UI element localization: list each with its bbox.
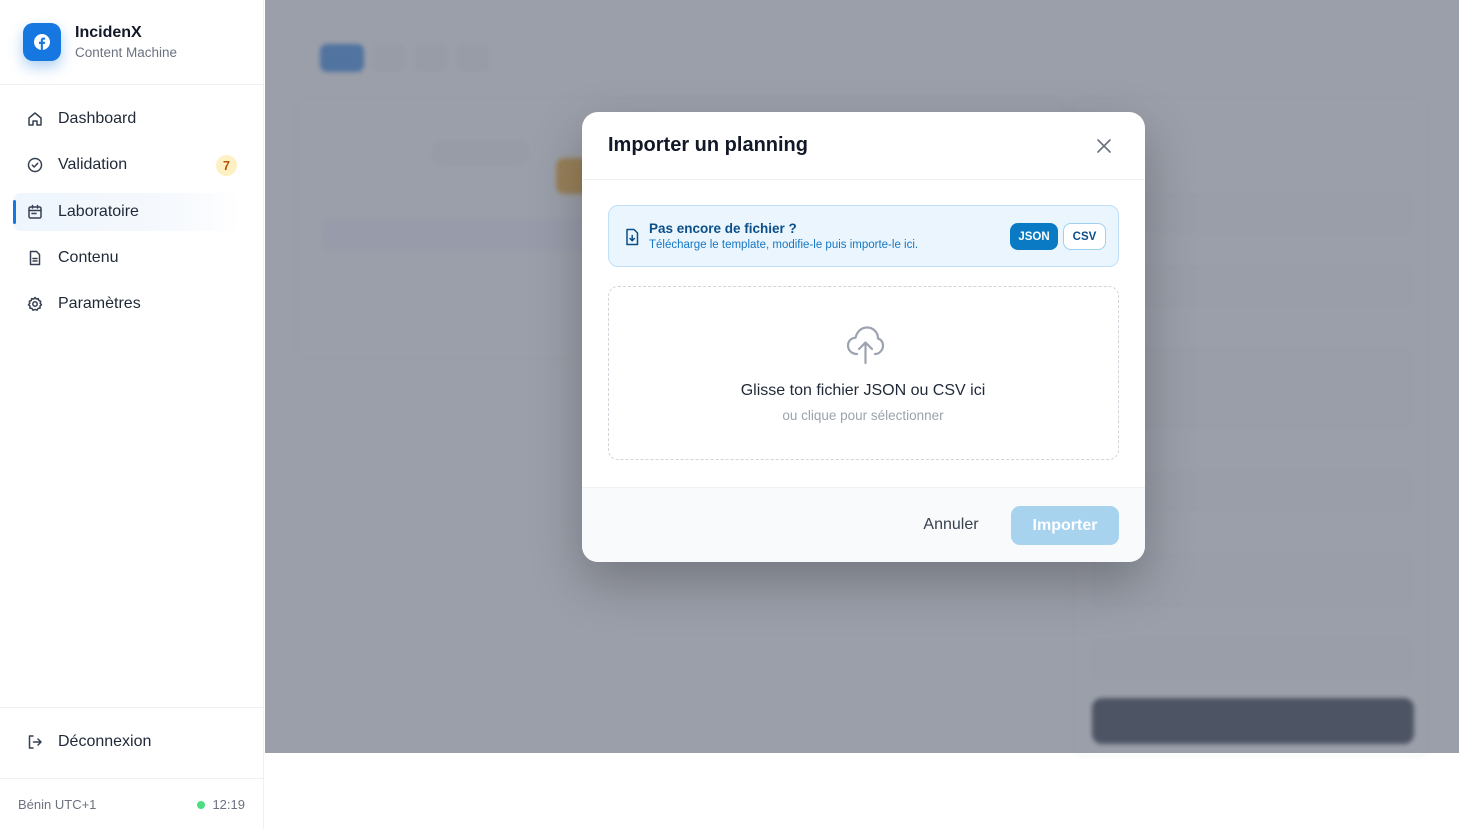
sidebar-item-label: Paramètres — [58, 295, 141, 312]
dialog-title: Importer un planning — [608, 134, 808, 156]
home-icon — [27, 111, 43, 127]
brand-subtitle: Content Machine — [75, 45, 178, 60]
brand-name: IncidenX — [75, 24, 142, 41]
dropzone-title: Glisse ton fichier JSON ou CSV ici — [740, 382, 986, 399]
divider — [0, 778, 264, 779]
facebook-logo-icon — [23, 23, 61, 61]
import-planning-dialog: Importer un planning Pas encore de fichi… — [582, 112, 1145, 562]
sidebar-item-label: Laboratoire — [58, 203, 139, 220]
logout-label: Déconnexion — [58, 733, 152, 750]
clock-time: 12:19 — [212, 797, 245, 812]
logout-icon — [27, 734, 43, 750]
dropzone-subtitle: ou clique pour sélectionner — [782, 408, 944, 423]
dialog-footer: Annuler Importer — [582, 487, 1145, 562]
brand-header: IncidenX Content Machine — [0, 0, 264, 85]
sidebar-item-laboratoire[interactable]: Laboratoire — [13, 193, 241, 231]
import-button[interactable]: Importer — [1011, 506, 1119, 545]
cloud-upload-icon — [846, 326, 885, 365]
sidebar-item-label: Contenu — [58, 249, 119, 266]
sidebar: IncidenX Content Machine Dashboard Valid… — [0, 0, 264, 829]
sidebar-item-validation[interactable]: Validation 7 — [13, 146, 241, 184]
gear-icon — [27, 296, 43, 312]
online-status-dot — [197, 800, 206, 809]
sidebar-item-parametres[interactable]: Paramètres — [13, 285, 241, 323]
sidebar-item-label: Dashboard — [58, 110, 137, 127]
info-subtitle: Télécharge le template, modifie-le puis … — [649, 239, 919, 251]
info-title: Pas encore de fichier ? — [649, 221, 797, 236]
file-dropzone[interactable]: Glisse ton fichier JSON ou CSV ici ou cl… — [608, 286, 1119, 460]
sidebar-item-contenu[interactable]: Contenu — [13, 239, 241, 277]
download-json-template-button[interactable]: JSON — [1010, 223, 1058, 250]
file-download-icon — [626, 228, 639, 246]
divider — [0, 707, 264, 708]
document-icon — [27, 250, 43, 266]
cancel-button[interactable]: Annuler — [908, 506, 994, 544]
sidebar-item-dashboard[interactable]: Dashboard — [13, 100, 241, 138]
logout-button[interactable]: Déconnexion — [13, 723, 241, 761]
divider — [582, 179, 1145, 180]
validation-count-badge: 7 — [216, 155, 237, 176]
sidebar-item-label: Validation — [58, 156, 128, 173]
clock: 12:19 — [197, 797, 245, 812]
template-info-banner: Pas encore de fichier ? Télécharge le te… — [608, 205, 1119, 267]
calendar-icon — [27, 204, 43, 220]
download-csv-template-button[interactable]: CSV — [1063, 223, 1106, 250]
timezone-label: Bénin UTC+1 — [18, 797, 97, 812]
check-circle-icon — [27, 157, 43, 173]
close-icon[interactable] — [1094, 136, 1114, 156]
